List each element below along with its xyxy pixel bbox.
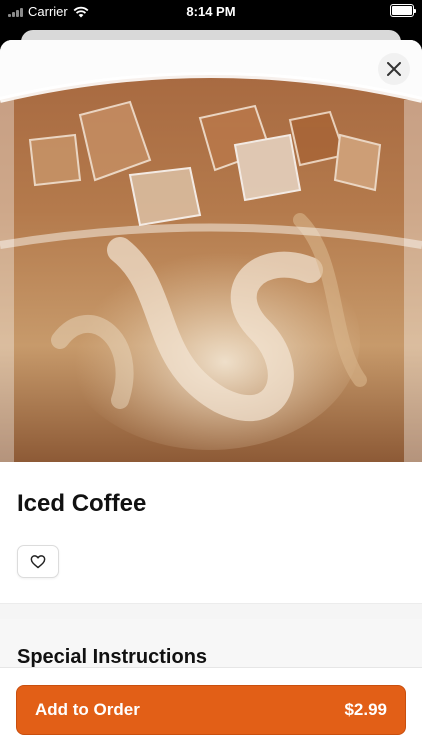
heart-icon xyxy=(30,555,46,569)
battery-icon xyxy=(390,4,416,17)
close-icon xyxy=(387,62,401,76)
status-time: 8:14 PM xyxy=(186,4,236,19)
iced-coffee-photo xyxy=(0,40,422,462)
item-image xyxy=(0,40,422,462)
favorite-button[interactable] xyxy=(17,545,59,578)
add-to-order-button[interactable]: Add to Order $2.99 xyxy=(16,685,406,735)
item-title: Iced Coffee xyxy=(17,490,147,517)
add-to-order-label: Add to Order xyxy=(35,700,140,719)
special-instructions-title: Special Instructions xyxy=(17,646,208,668)
close-button[interactable] xyxy=(378,53,410,85)
item-detail-sheet: Iced Coffee Special Instructions Add to … xyxy=(0,40,422,750)
status-bar: Carrier 8:14 PM xyxy=(0,0,422,24)
bottom-bar: Add to Order $2.99 xyxy=(0,667,422,750)
order-price: $2.99 xyxy=(344,700,387,719)
section-divider xyxy=(0,603,422,619)
